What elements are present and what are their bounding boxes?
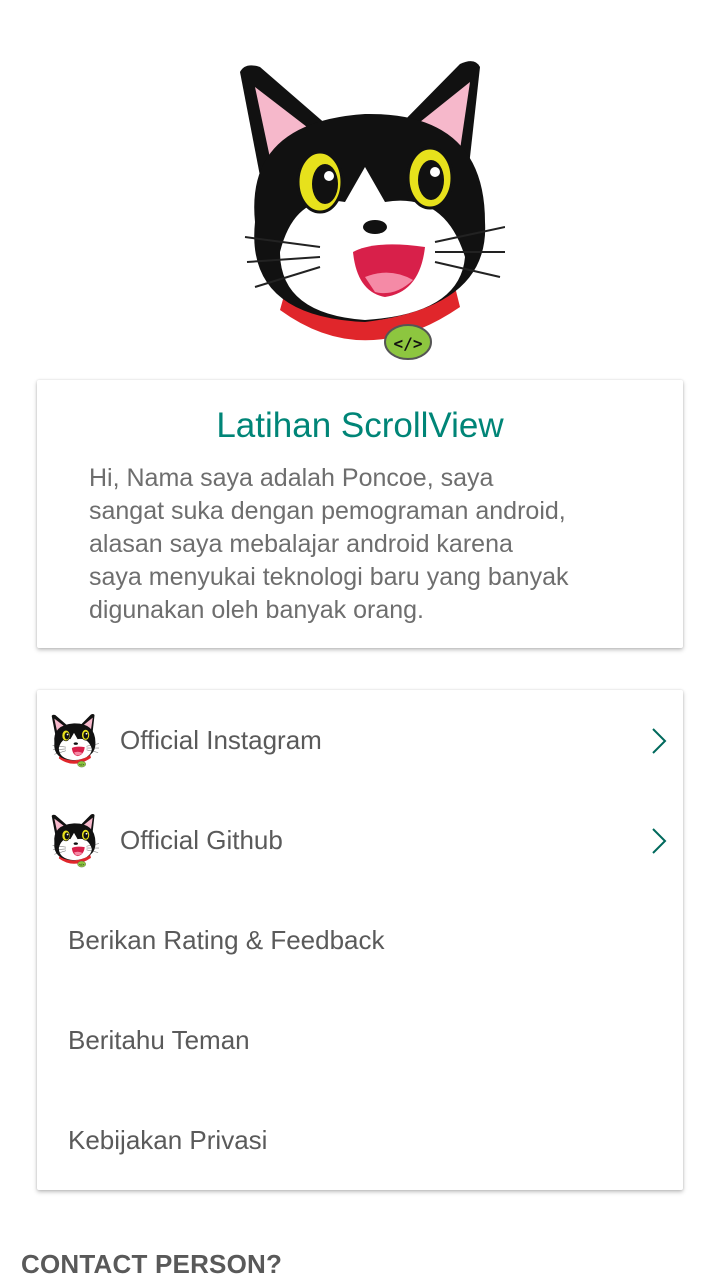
menu-item-label: Berikan Rating & Feedback xyxy=(68,925,385,955)
chevron-right-icon xyxy=(652,828,667,854)
menu-item-instagram[interactable]: Official Instagram xyxy=(37,690,683,790)
menu-item-privacy[interactable]: Kebijakan Privasi xyxy=(37,1090,683,1190)
cat-thumb-icon xyxy=(49,712,100,768)
menu-item-rating[interactable]: Berikan Rating & Feedback xyxy=(37,890,683,990)
cat-mascot-icon xyxy=(225,52,509,362)
about-title: Latihan ScrollView xyxy=(216,406,504,445)
menu-item-github[interactable]: Official Github xyxy=(37,790,683,890)
about-card: Latihan ScrollView Hi, Nama saya adalah … xyxy=(37,380,683,648)
app-screen: Latihan ScrollView Hi, Nama saya adalah … xyxy=(0,0,720,1280)
chevron-right-icon xyxy=(652,728,667,754)
menu-card: Official Instagram Official Github Berik… xyxy=(37,690,683,1190)
menu-item-label: Official Instagram xyxy=(120,725,322,755)
menu-item-label: Official Github xyxy=(120,825,283,855)
menu-item-share[interactable]: Beritahu Teman xyxy=(37,990,683,1090)
contact-heading: CONTACT PERSON? xyxy=(21,1249,283,1279)
about-description: Hi, Nama saya adalah Poncoe, saya sangat… xyxy=(89,464,569,624)
menu-item-label: Beritahu Teman xyxy=(68,1025,250,1055)
cat-thumb-icon xyxy=(49,812,100,868)
menu-item-label: Kebijakan Privasi xyxy=(68,1125,268,1155)
